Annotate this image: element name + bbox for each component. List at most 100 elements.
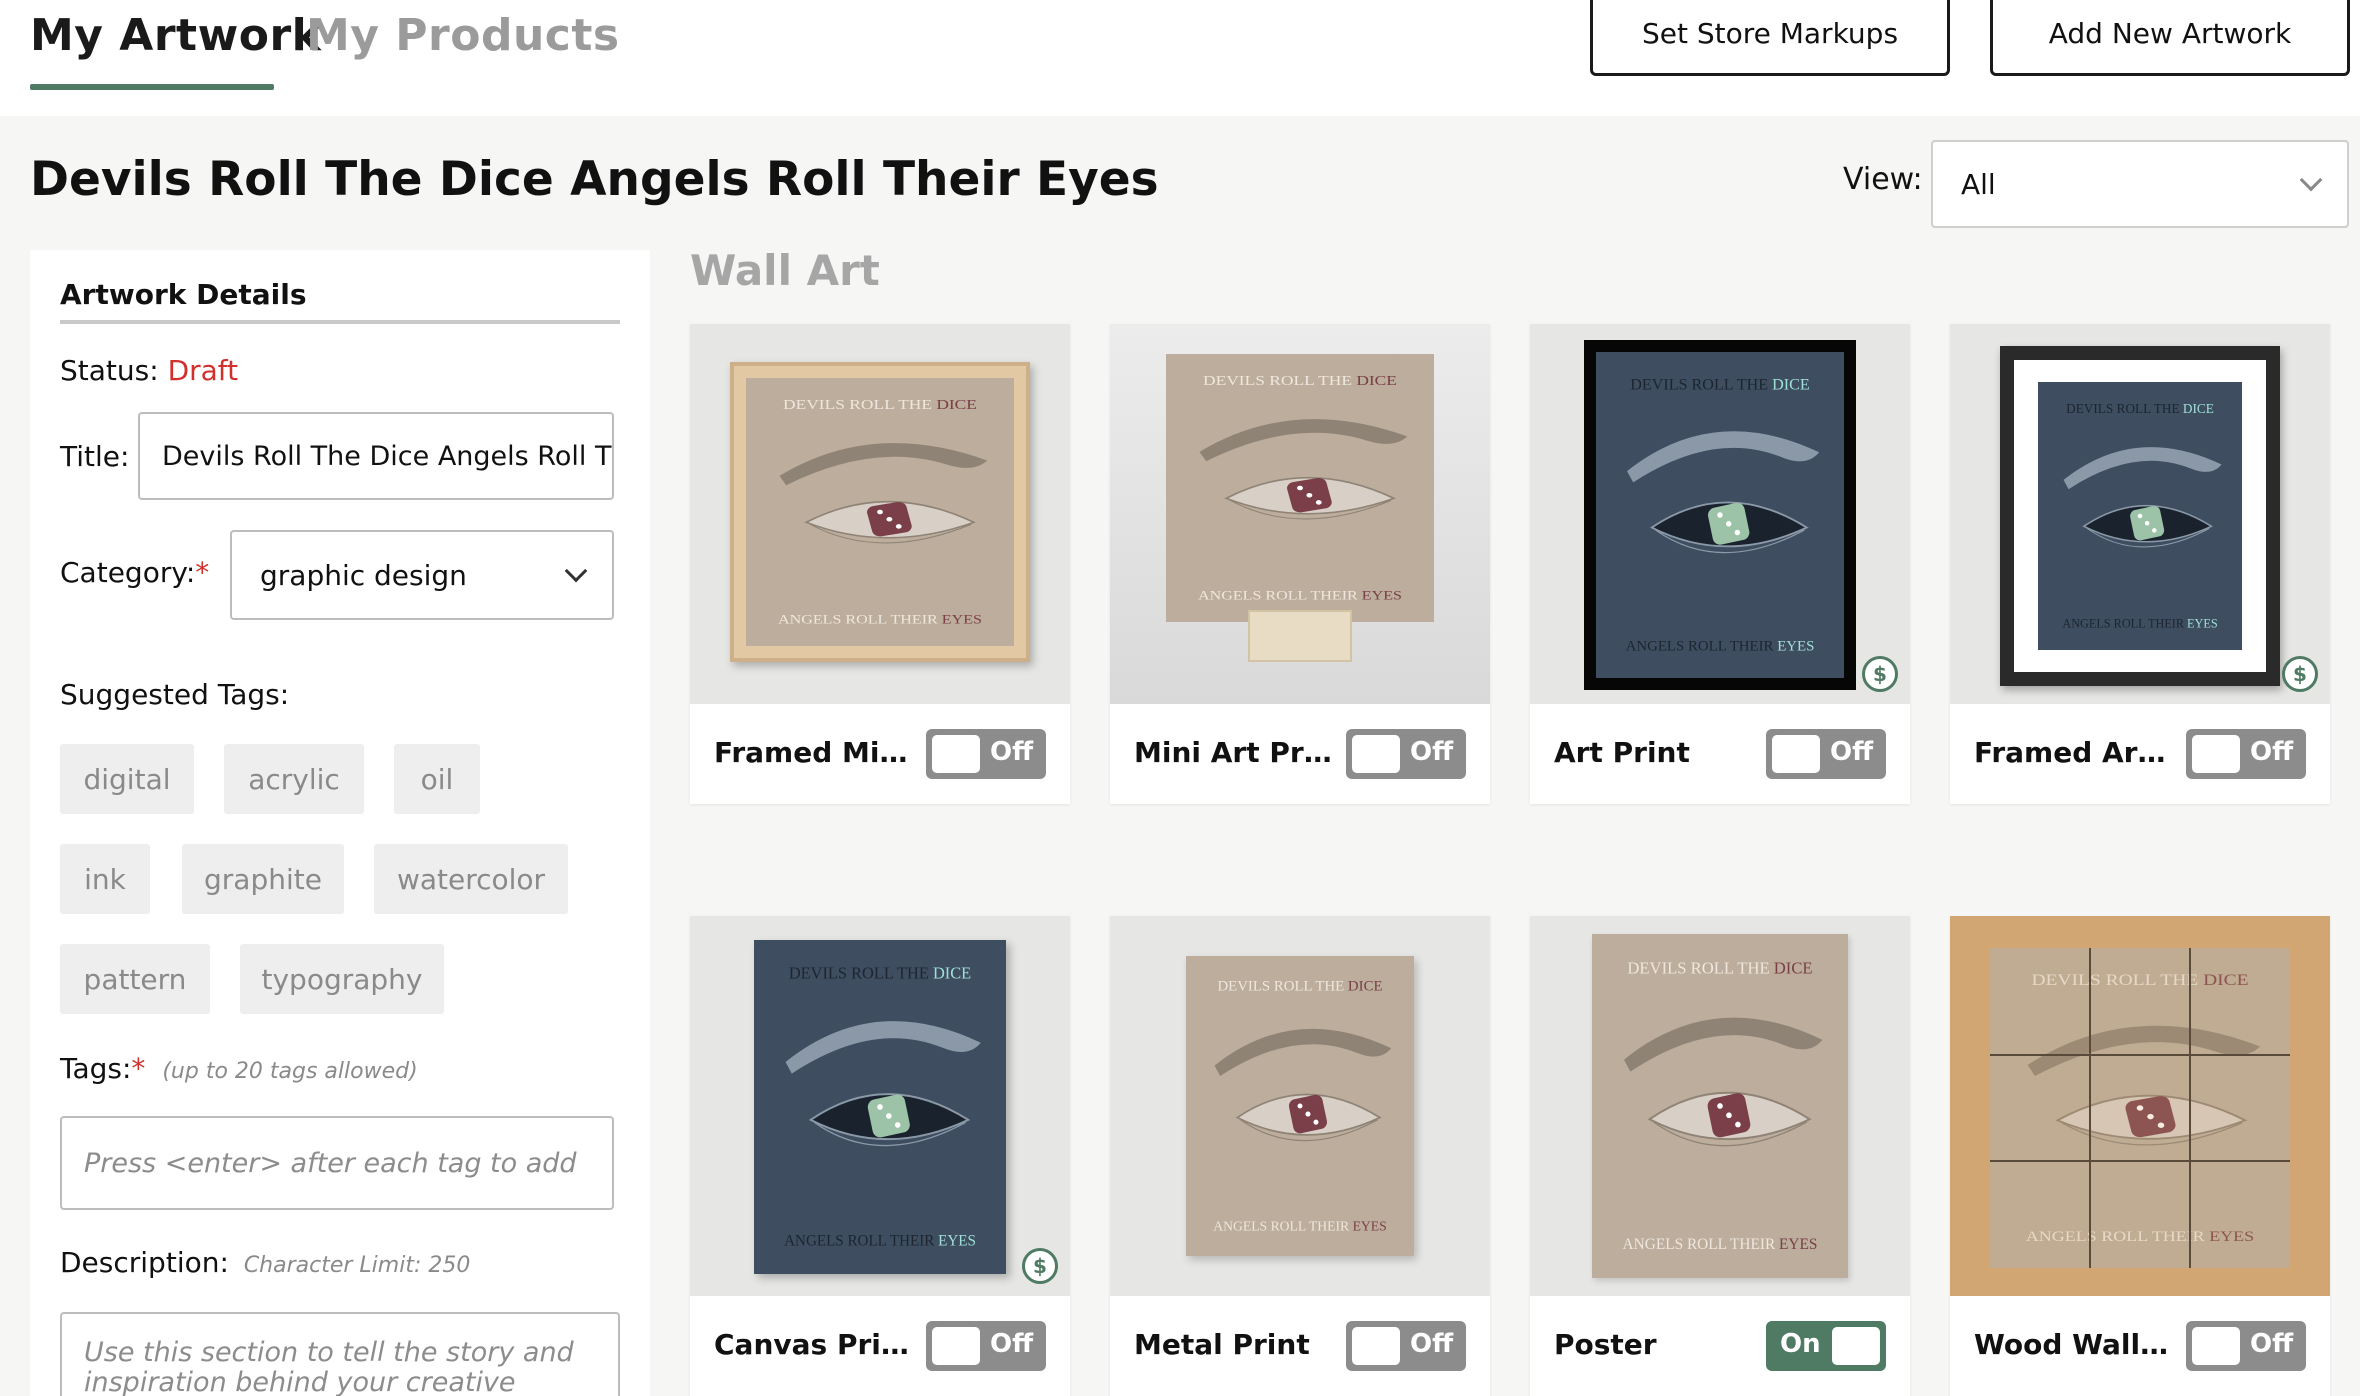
product-thumbnail[interactable]: DEVILS ROLL THE DICEANGELS ROLL THEIR EY…	[1950, 916, 2330, 1296]
svg-text:DEVILS ROLL THE DICE: DEVILS ROLL THE DICE	[2066, 401, 2214, 416]
suggested-tag[interactable]: ink	[60, 844, 150, 914]
panel-divider	[60, 320, 620, 324]
product-name: Canvas Print	[714, 1328, 914, 1361]
toggle-knob	[2192, 1327, 2240, 1365]
tab-my-products[interactable]: My Products	[306, 10, 620, 61]
product-card[interactable]: DEVILS ROLL THE DICEANGELS ROLL THEIR EY…	[690, 916, 1070, 1396]
svg-text:DEVILS ROLL THE DICE: DEVILS ROLL THE DICE	[1203, 374, 1397, 389]
product-toggle[interactable]: Off	[1346, 729, 1466, 779]
suggested-tag[interactable]: acrylic	[224, 744, 364, 814]
tags-input[interactable]: Press <enter> after each tag to add	[60, 1116, 614, 1210]
description-placeholder: Use this section to tell the story and i…	[84, 1337, 574, 1396]
suggested-tag[interactable]: digital	[60, 744, 194, 814]
toggle-label: Off	[990, 737, 1034, 767]
product-card[interactable]: DEVILS ROLL THE DICE ANGELS ROLL THEIR EY…	[1950, 324, 2330, 804]
description-label: Description:	[60, 1246, 229, 1279]
tab-my-artwork[interactable]: My Artwork	[30, 10, 321, 61]
tags-label-row: Tags:* (up to 20 tags allowed)	[60, 1052, 418, 1085]
toggle-knob	[932, 735, 980, 773]
view-select-value: All	[1961, 167, 1996, 201]
product-card[interactable]: DEVILS ROLL THE DICEANGELS ROLL THEIR EY…	[1950, 916, 2330, 1396]
toggle-knob	[1352, 1327, 1400, 1365]
artwork-details-panel: Artwork Details Status: Draft Title: Dev…	[30, 250, 650, 1396]
product-card[interactable]: DEVILS ROLL THE DICE ANGELS ROLL THEIR EY…	[690, 324, 1070, 804]
required-mark: *	[195, 556, 210, 589]
active-tab-underline	[30, 84, 274, 90]
svg-text:DEVILS ROLL THE DICE: DEVILS ROLL THE DICE	[789, 963, 971, 982]
toggle-label: Off	[1410, 1329, 1454, 1359]
product-card[interactable]: DEVILS ROLL THE DICEANGELS ROLL THEIR EY…	[1110, 324, 1490, 804]
product-card[interactable]: DEVILS ROLL THE DICE ANGELS ROLL THEIR EY…	[1530, 916, 1910, 1396]
product-toggle[interactable]: Off	[1346, 1321, 1466, 1371]
product-thumbnail[interactable]: DEVILS ROLL THE DICE ANGELS ROLL THEIR EY…	[1530, 916, 1910, 1296]
svg-text:ANGELS ROLL THEIR EYES: ANGELS ROLL THEIR EYES	[1626, 638, 1815, 654]
category-select-value: graphic design	[260, 558, 467, 592]
chevron-down-icon	[2299, 168, 2323, 192]
suggested-tag[interactable]: pattern	[60, 944, 210, 1014]
product-card[interactable]: DEVILS ROLL THE DICE ANGELS ROLL THEIR EY…	[1530, 324, 1910, 804]
title-input[interactable]: Devils Roll The Dice Angels Roll Their E…	[138, 412, 614, 500]
tags-hint: (up to 20 tags allowed)	[162, 1059, 418, 1084]
view-select[interactable]: All	[1931, 140, 2349, 228]
svg-text:ANGELS ROLL THEIR EYES: ANGELS ROLL THEIR EYES	[778, 613, 982, 627]
product-name: Mini Art Print	[1134, 736, 1334, 769]
toggle-label: Off	[990, 1329, 1034, 1359]
toggle-knob	[1832, 1327, 1880, 1365]
product-toggle[interactable]: Off	[926, 729, 1046, 779]
view-label: View:	[1843, 162, 1923, 197]
product-name: Poster	[1554, 1328, 1657, 1361]
toggle-knob	[1352, 735, 1400, 773]
status-value: Draft	[167, 354, 239, 387]
top-bar: My Artwork My Products Set Store Markups…	[0, 0, 2360, 116]
suggested-tag[interactable]: watercolor	[374, 844, 568, 914]
svg-text:DEVILS ROLL THE DICE: DEVILS ROLL THE DICE	[1217, 979, 1382, 995]
title-label: Title:	[60, 440, 130, 473]
add-new-artwork-button[interactable]: Add New Artwork	[1990, 0, 2350, 76]
page-title: Devils Roll The Dice Angels Roll Their E…	[30, 152, 1159, 207]
suggested-tag[interactable]: typography	[240, 944, 444, 1014]
toggle-label: Off	[1830, 737, 1874, 767]
title-input-value: Devils Roll The Dice Angels Roll Their E…	[162, 440, 612, 472]
description-textarea[interactable]: Use this section to tell the story and i…	[60, 1312, 620, 1396]
toggle-label: Off	[2250, 737, 2294, 767]
required-mark: *	[131, 1052, 146, 1085]
status-row: Status: Draft	[60, 354, 238, 387]
product-name: Wood Wall Art	[1974, 1328, 2174, 1361]
product-toggle[interactable]: Off	[2186, 729, 2306, 779]
set-store-markups-button[interactable]: Set Store Markups	[1590, 0, 1950, 76]
product-name: Art Print	[1554, 736, 1690, 769]
product-thumbnail[interactable]: DEVILS ROLL THE DICE ANGELS ROLL THEIR EY…	[1530, 324, 1910, 704]
category-label: Category:	[60, 556, 196, 589]
product-toggle[interactable]: On	[1766, 1321, 1886, 1371]
toggle-label: Off	[1410, 737, 1454, 767]
chevron-down-icon	[564, 559, 588, 583]
product-thumbnail[interactable]: DEVILS ROLL THE DICEANGELS ROLL THEIR EY…	[690, 916, 1070, 1296]
category-select[interactable]: graphic design	[230, 530, 614, 620]
app-root: My Artwork My Products Set Store Markups…	[0, 0, 2360, 1396]
suggested-tags-label: Suggested Tags:	[60, 678, 290, 711]
svg-text:ANGELS ROLL THEIR EYES: ANGELS ROLL THEIR EYES	[1213, 1219, 1386, 1234]
svg-text:ANGELS ROLL THEIR EYES: ANGELS ROLL THEIR EYES	[2062, 616, 2217, 630]
product-toggle[interactable]: Off	[1766, 729, 1886, 779]
product-toggle[interactable]: Off	[2186, 1321, 2306, 1371]
dollar-icon[interactable]: $	[2282, 656, 2318, 692]
product-name: Framed Art P...	[1974, 736, 2174, 769]
toggle-knob	[932, 1327, 980, 1365]
svg-text:DEVILS ROLL THE DICE: DEVILS ROLL THE DICE	[1630, 376, 1810, 394]
dollar-icon[interactable]: $	[1862, 656, 1898, 692]
product-toggle[interactable]: Off	[926, 1321, 1046, 1371]
product-thumbnail[interactable]: DEVILS ROLL THE DICE ANGELS ROLL THEIR EY…	[1950, 324, 2330, 704]
tags-input-placeholder: Press <enter> after each tag to add	[84, 1147, 577, 1179]
status-label: Status:	[60, 354, 159, 387]
product-thumbnail[interactable]: DEVILS ROLL THE DICEANGELS ROLL THEIR EY…	[1110, 324, 1490, 704]
product-card[interactable]: DEVILS ROLL THE DICE ANGELS ROLL THEIR EY…	[1110, 916, 1490, 1396]
svg-text:DEVILS ROLL THE DICE: DEVILS ROLL THE DICE	[1627, 958, 1812, 977]
toggle-knob	[2192, 735, 2240, 773]
dollar-icon[interactable]: $	[1022, 1248, 1058, 1284]
svg-text:ANGELS ROLL THEIR EYES: ANGELS ROLL THEIR EYES	[1623, 1236, 1818, 1253]
product-thumbnail[interactable]: DEVILS ROLL THE DICE ANGELS ROLL THEIR EY…	[1110, 916, 1490, 1296]
svg-text:DEVILS ROLL THE DICE: DEVILS ROLL THE DICE	[783, 398, 977, 413]
product-thumbnail[interactable]: DEVILS ROLL THE DICE ANGELS ROLL THEIR EY…	[690, 324, 1070, 704]
suggested-tag[interactable]: oil	[394, 744, 480, 814]
suggested-tag[interactable]: graphite	[182, 844, 344, 914]
